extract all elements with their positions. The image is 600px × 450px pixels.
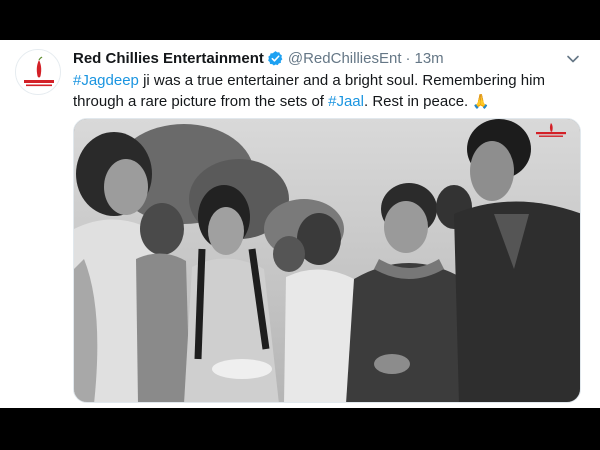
tweet-header: Red Chillies Entertainment @RedChilliesE… [73, 48, 444, 68]
verified-badge-icon [267, 50, 284, 67]
top-letterbox [0, 0, 600, 40]
tweet-text-segment-2: . Rest in peace. [363, 93, 473, 110]
bottom-letterbox [0, 408, 600, 450]
red-chillies-logo-icon [16, 50, 60, 94]
separator-dot: · [405, 49, 411, 67]
avatar[interactable] [15, 49, 61, 95]
tweet-card[interactable]: Red Chillies Entertainment @RedChilliesE… [0, 40, 600, 408]
author-name[interactable]: Red Chillies Entertainment [73, 50, 264, 67]
tweet-text: #Jagdeep ji was a true entertainer and a… [73, 71, 578, 112]
tweet-photo[interactable] [73, 118, 581, 403]
author-handle[interactable]: @RedChilliesEnt [288, 50, 402, 67]
chevron-down-icon[interactable] [566, 52, 580, 66]
hashtag-jagdeep[interactable]: #Jagdeep [73, 72, 139, 89]
film-still-photo [74, 119, 580, 402]
folded-hands-emoji: 🙏 [472, 93, 490, 109]
hashtag-jaal[interactable]: #Jaal [328, 93, 364, 110]
tweet-timestamp[interactable]: 13m [414, 50, 443, 67]
